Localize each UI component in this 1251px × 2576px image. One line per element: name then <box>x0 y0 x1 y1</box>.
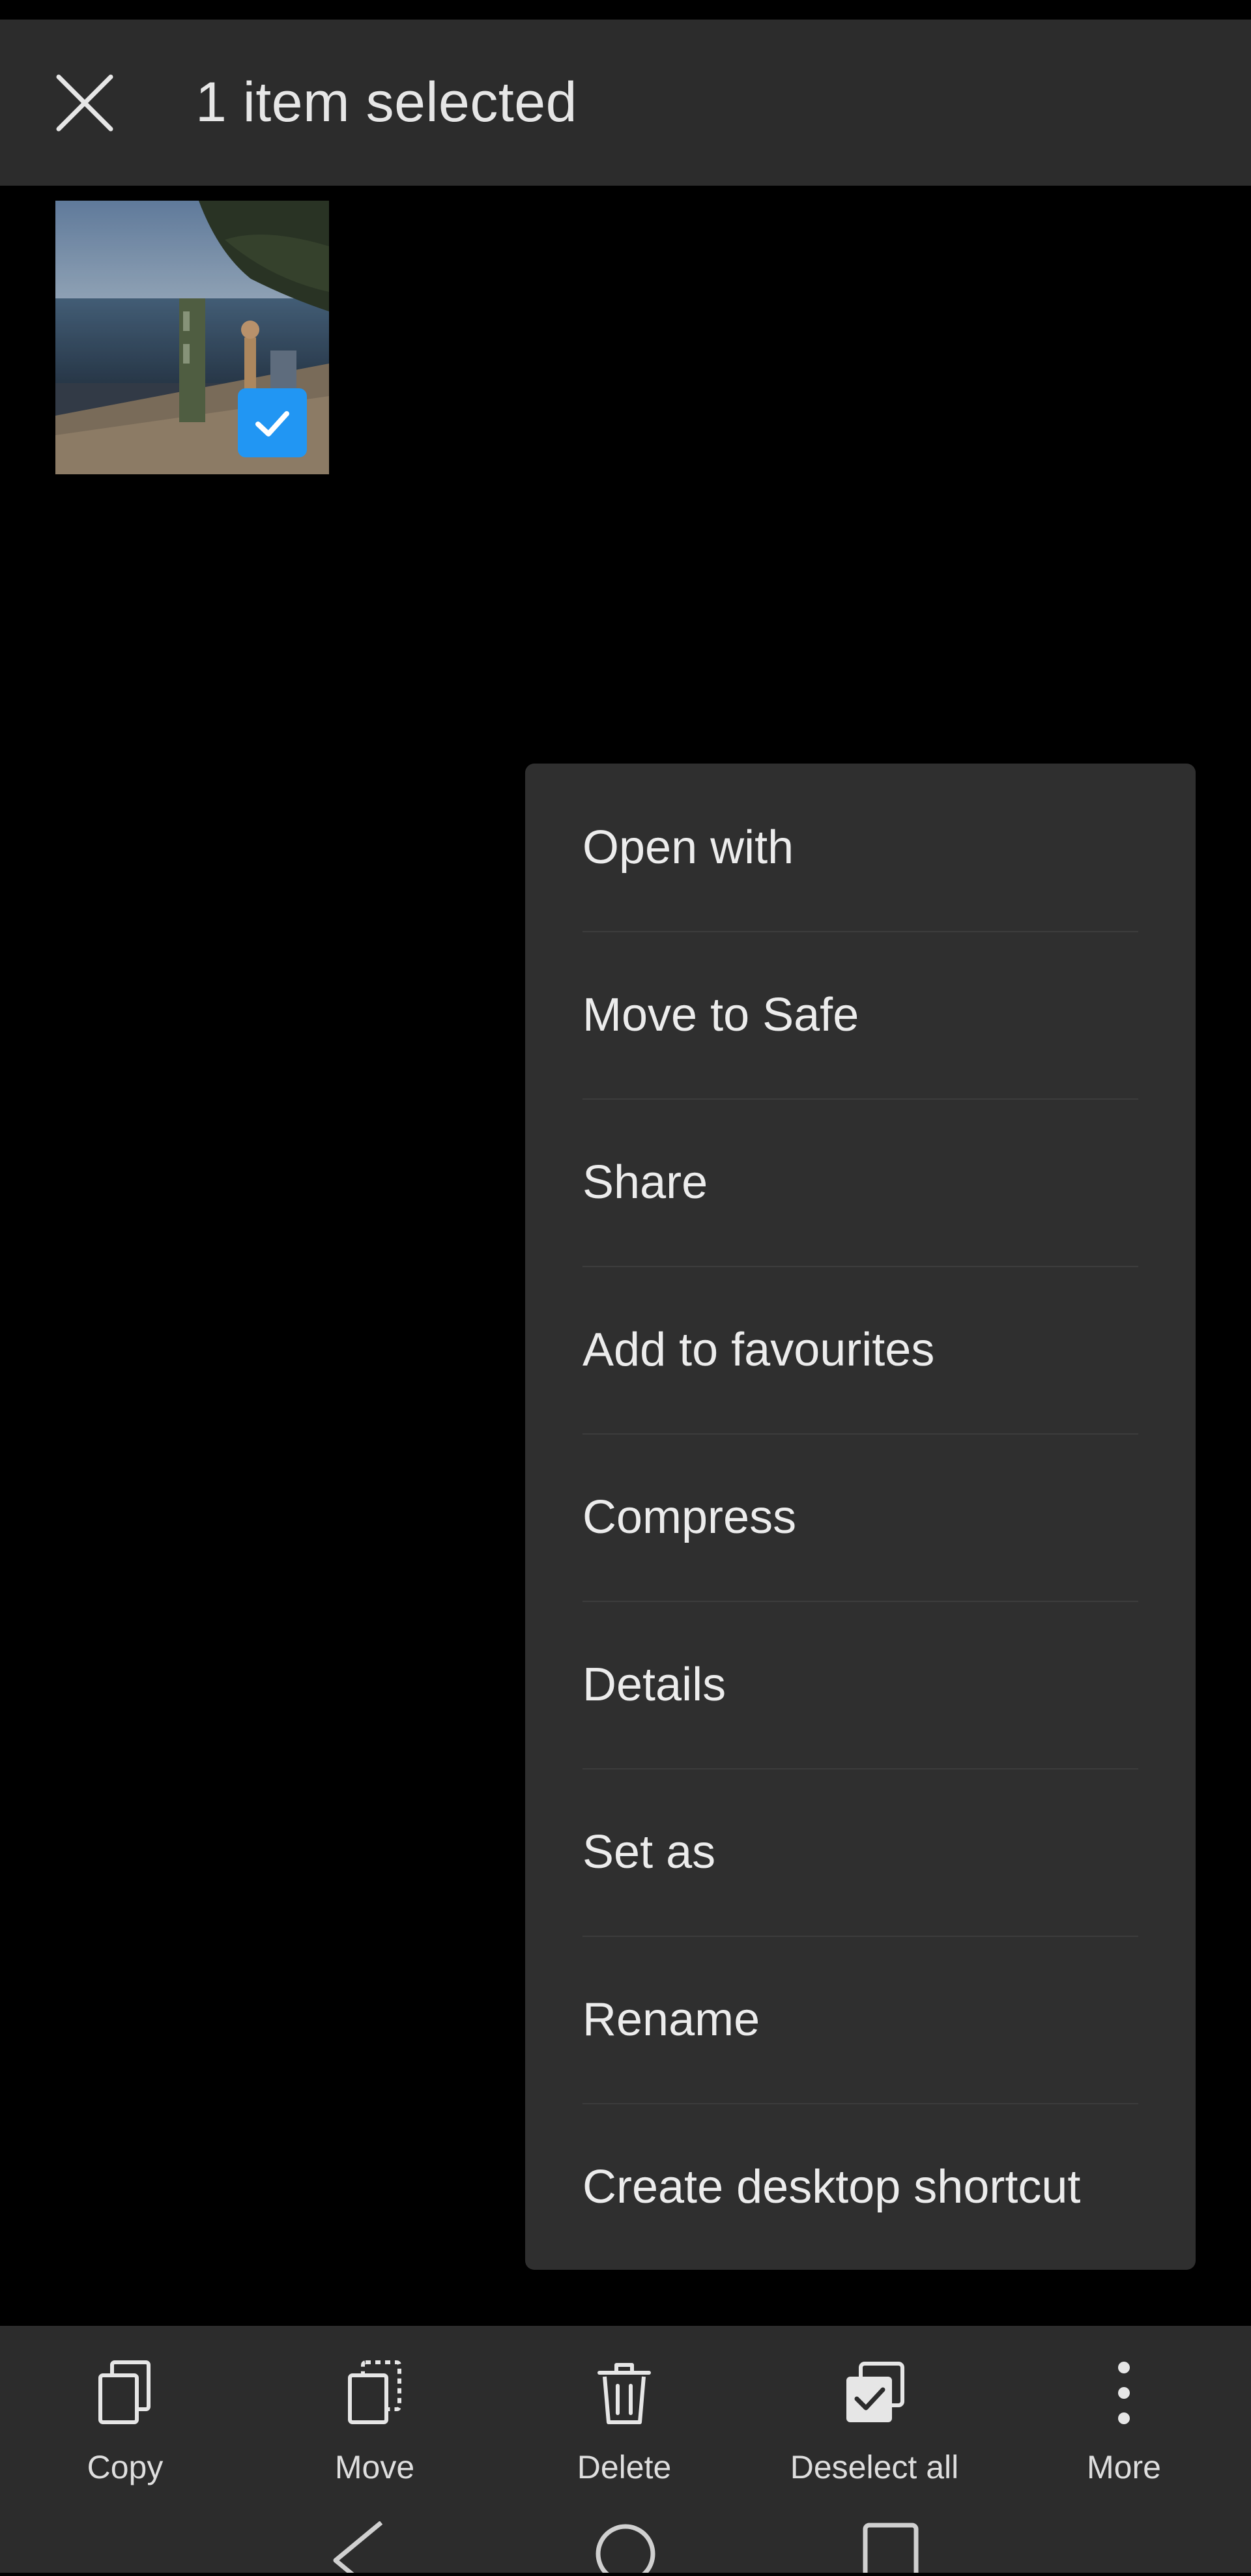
move-label: Move <box>334 2449 415 2485</box>
menu-item-move-to-safe[interactable]: Move to Safe <box>525 931 1196 1098</box>
copy-button[interactable]: Copy <box>27 2351 223 2507</box>
more-icon <box>1118 2362 1130 2424</box>
selection-app-bar: 1 item selected <box>0 20 1251 186</box>
menu-item-create-desktop-shortcut[interactable]: Create desktop shortcut <box>525 2103 1196 2270</box>
delete-button[interactable]: Delete <box>526 2351 722 2507</box>
menu-item-open-with[interactable]: Open with <box>525 764 1196 931</box>
menu-item-label: Add to favourites <box>582 1323 935 1376</box>
menu-item-share[interactable]: Share <box>525 1098 1196 1266</box>
deselect-all-button[interactable]: Deselect all <box>777 2351 972 2507</box>
selection-count-title: 1 item selected <box>195 71 577 134</box>
menu-item-label: Set as <box>582 1825 716 1878</box>
check-icon <box>255 411 289 436</box>
menu-item-compress[interactable]: Compress <box>525 1433 1196 1601</box>
deselect-all-icon <box>846 2362 904 2422</box>
home-icon <box>596 2524 655 2576</box>
menu-item-details[interactable]: Details <box>525 1601 1196 1768</box>
back-icon <box>333 2521 383 2576</box>
more-label: More <box>1087 2449 1161 2485</box>
close-icon <box>56 74 113 132</box>
image-thumbnail[interactable] <box>55 201 329 474</box>
menu-item-add-to-favourites[interactable]: Add to favourites <box>525 1266 1196 1433</box>
menu-item-set-as[interactable]: Set as <box>525 1768 1196 1936</box>
system-navigation-bar <box>0 2521 1251 2576</box>
menu-item-label: Share <box>582 1156 708 1209</box>
close-selection-button[interactable] <box>46 64 124 142</box>
menu-item-label: Rename <box>582 1993 760 2046</box>
move-button[interactable]: Move <box>277 2351 472 2507</box>
delete-label: Delete <box>577 2449 672 2485</box>
menu-item-rename[interactable]: Rename <box>525 1936 1196 2103</box>
deselect-all-label: Deselect all <box>790 2449 959 2485</box>
recents-icon <box>863 2523 919 2576</box>
copy-icon <box>98 2360 151 2424</box>
back-button[interactable] <box>329 2521 388 2576</box>
more-options-menu: Open with Move to Safe Share Add to favo… <box>525 764 1196 2270</box>
menu-item-label: Details <box>582 1658 726 1711</box>
home-button[interactable] <box>593 2521 658 2576</box>
selected-checkbox[interactable] <box>238 388 307 457</box>
menu-item-label: Open with <box>582 821 794 874</box>
more-button[interactable]: More <box>1026 2351 1222 2507</box>
status-bar <box>0 0 1251 20</box>
menu-item-label: Compress <box>582 1491 797 1543</box>
copy-label: Copy <box>87 2449 164 2485</box>
move-icon <box>348 2360 401 2424</box>
menu-item-label: Create desktop shortcut <box>582 2160 1081 2213</box>
recents-button[interactable] <box>861 2521 920 2576</box>
delete-icon <box>597 2363 651 2424</box>
menu-item-label: Move to Safe <box>582 988 859 1041</box>
